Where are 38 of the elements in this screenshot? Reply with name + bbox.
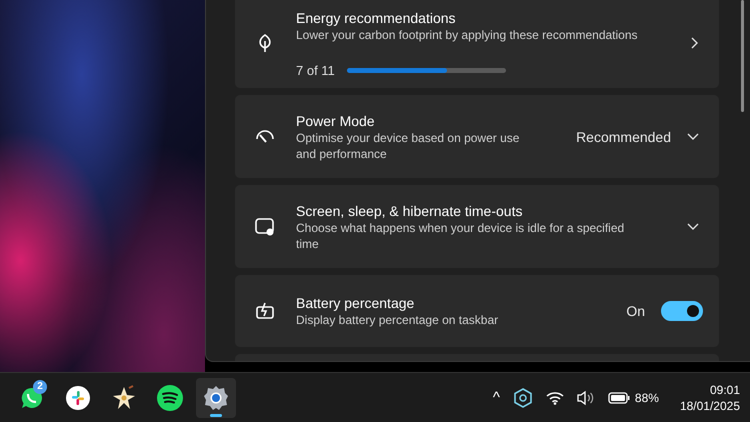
clock-time: 09:01 bbox=[710, 382, 740, 398]
notification-badge: 2 bbox=[33, 380, 47, 394]
card-description: Display battery percentage on taskbar bbox=[296, 312, 500, 328]
chevron-down-icon[interactable] bbox=[687, 132, 699, 140]
wifi-icon[interactable] bbox=[546, 390, 564, 404]
cube-icon[interactable] bbox=[512, 388, 533, 408]
scrollbar-thumb[interactable] bbox=[741, 0, 744, 112]
speaker-icon[interactable] bbox=[576, 390, 595, 406]
dropdown-value[interactable]: Recommended bbox=[576, 128, 671, 144]
show-hidden-icons-button[interactable]: ^ bbox=[492, 389, 500, 406]
battery-icon[interactable] bbox=[608, 392, 630, 404]
toggle-switch[interactable] bbox=[661, 301, 703, 321]
music-logo-icon bbox=[157, 384, 183, 410]
card-title: Screen, sleep, & hibernate time-outs bbox=[296, 202, 524, 220]
clock[interactable]: 09:01 18/01/2025 bbox=[680, 382, 740, 414]
screen-sleep-icon bbox=[255, 218, 275, 236]
chevron-right-icon bbox=[691, 37, 699, 49]
clock-date: 18/01/2025 bbox=[680, 398, 740, 414]
card-description: Choose what happens when your device is idle for a specified time bbox=[296, 220, 626, 252]
card-title: Power Mode bbox=[296, 112, 376, 130]
card-description: Lower your carbon footprint by applying these recommendations bbox=[296, 26, 639, 42]
hub-logo-icon bbox=[66, 386, 90, 410]
card-title: Battery percentage bbox=[296, 294, 416, 312]
flower-icon bbox=[111, 384, 137, 410]
toggle-state-label: On bbox=[626, 303, 645, 319]
card-description: Optimise your device based on power use and performance bbox=[296, 130, 520, 162]
chevron-down-icon[interactable] bbox=[687, 222, 699, 230]
settings-card[interactable]: Screen, sleep, & hibernate time-outs Choose what happens when your device is idle for a specified time bbox=[235, 185, 719, 268]
settings-card[interactable]: Battery percentage Display battery percentage on taskbar On bbox=[235, 275, 719, 347]
card-title: Energy recommendations bbox=[296, 8, 457, 26]
settings-icon bbox=[203, 384, 229, 410]
gauge-icon bbox=[255, 128, 275, 144]
battery-charge-icon bbox=[256, 302, 274, 320]
battery-percentage[interactable]: 88% bbox=[634, 390, 659, 404]
taskbar-app[interactable] bbox=[196, 378, 236, 418]
settings-card[interactable]: Energy recommendations Lower your carbon footprint by applying these recommendations 7 of 11 bbox=[235, 0, 719, 88]
settings-card[interactable]: Power Mode Optimise your device based on power use and performance Recommended bbox=[235, 95, 719, 178]
progress-label: 7 of 11 bbox=[296, 62, 335, 78]
